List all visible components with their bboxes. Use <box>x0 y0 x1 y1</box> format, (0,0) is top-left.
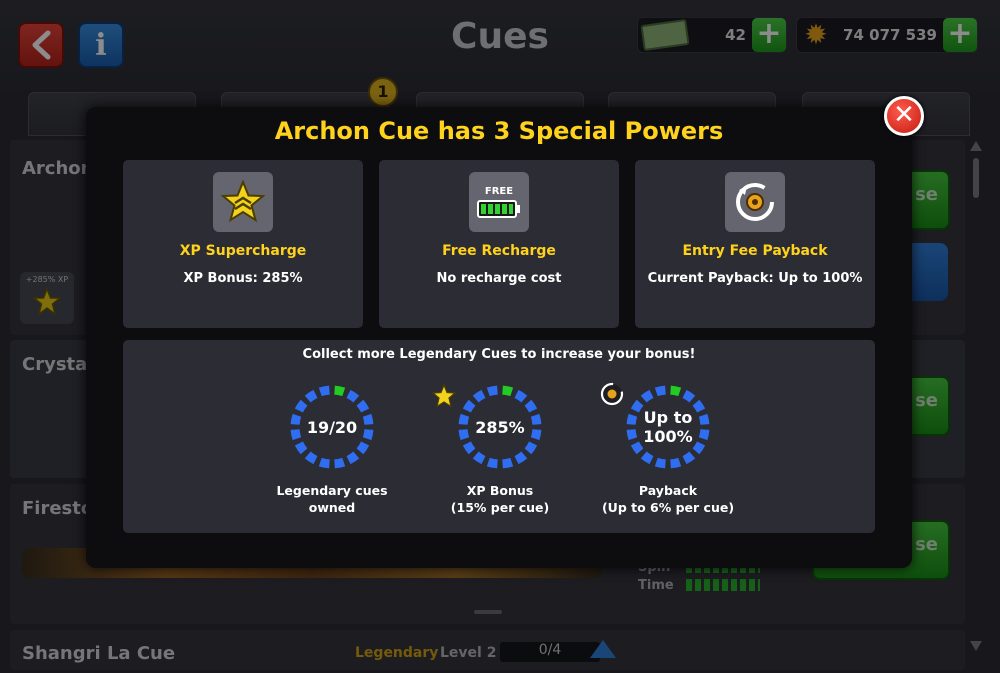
legendary-owned-ring: 19/20 <box>287 382 377 472</box>
ring-caption-line: (Up to 6% per cue) <box>601 500 735 515</box>
close-button[interactable]: ✕ <box>884 96 924 136</box>
modal-title: Archon Cue has 3 Special Powers <box>274 117 724 145</box>
ring-caption-line: XP Bonus <box>466 483 534 498</box>
bonus-panel: Collect more Legendary Cues to increase … <box>123 340 875 533</box>
ring-caption-line: (15% per cue) <box>450 500 550 515</box>
ring-caption: Legendary cues owned <box>252 482 412 516</box>
free-label: FREE <box>484 186 514 197</box>
ring-caption: Payback (Up to 6% per cue) <box>588 482 748 516</box>
power-card-entry-fee-payback: Entry Fee Payback Current Payback: Up to… <box>635 160 875 328</box>
ring-value: Up to 100% <box>623 382 713 472</box>
close-icon: ✕ <box>893 100 915 130</box>
ring-caption-line: Legendary cues <box>276 483 388 498</box>
ring-value: 19/20 <box>306 417 358 437</box>
power-name: Free Recharge <box>442 243 556 259</box>
ring-value: 285% <box>475 417 525 437</box>
ring-caption-line: Payback <box>638 483 698 498</box>
payback-small-icon <box>599 381 625 407</box>
bonus-heading: Collect more Legendary Cues to increase … <box>302 347 696 362</box>
power-name: XP Supercharge <box>179 243 307 259</box>
ring-caption: XP Bonus (15% per cue) <box>420 482 580 516</box>
power-desc: No recharge cost <box>436 271 562 286</box>
power-card-xp-supercharge: XP Supercharge XP Bonus: 285% <box>123 160 363 328</box>
special-powers-modal: Archon Cue has 3 Special Powers XP Super… <box>86 107 912 568</box>
power-desc: Current Payback: Up to 100% <box>647 271 863 286</box>
ring-value-line: Up to <box>643 408 693 427</box>
ring-value-line: 100% <box>643 427 693 446</box>
power-desc: XP Bonus: 285% <box>183 271 303 286</box>
power-card-free-recharge: FREE Free Recharge No recharge cost <box>379 160 619 328</box>
xp-star-icon <box>431 383 457 409</box>
power-name: Entry Fee Payback <box>682 243 828 259</box>
battery-icon: FREE <box>469 172 529 232</box>
payback-ring: Up to 100% <box>623 382 713 472</box>
payback-icon <box>725 172 785 232</box>
xp-bonus-ring: 285% <box>455 382 545 472</box>
star-chevron-icon <box>213 172 273 232</box>
ring-caption-line: owned <box>308 500 356 515</box>
